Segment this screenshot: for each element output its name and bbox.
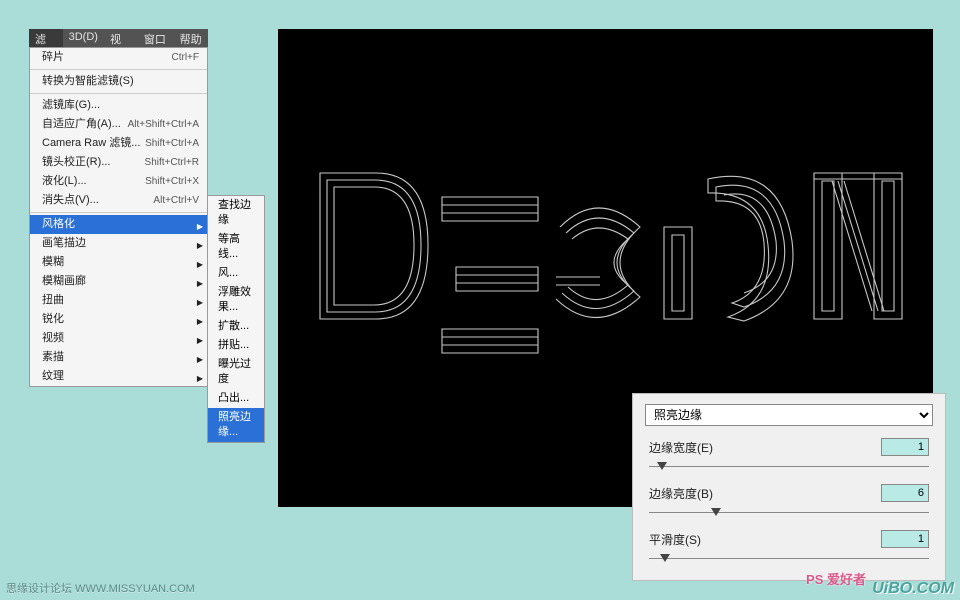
param-row: 平滑度(S) — [645, 528, 933, 550]
footer-credit-left: 思缘设计论坛 WWW.MISSYUAN.COM — [6, 580, 195, 596]
menu-item-label: 转换为智能滤镜(S) — [42, 74, 134, 89]
submenu-item[interactable]: 查找边缘 — [208, 196, 264, 230]
menu-item[interactable]: 模糊画廊 — [30, 272, 207, 291]
menu-item-label: 扭曲 — [42, 293, 64, 308]
menu-item[interactable]: 风格化 — [30, 215, 207, 234]
param-input[interactable] — [881, 530, 929, 548]
menu-item-label: 镜头校正(R)... — [42, 155, 110, 170]
menu-item[interactable]: 滤镜库(G)... — [30, 96, 207, 115]
submenu-item[interactable]: 照亮边缘... — [208, 408, 264, 442]
shortcut: Shift+Ctrl+R — [145, 155, 199, 170]
menu-item-label: 自适应广角(A)... — [42, 117, 121, 132]
filter-menu-dropdown: 碎片 Ctrl+F 转换为智能滤镜(S) 滤镜库(G)... 自适应广角(A)... Al… — [29, 47, 208, 387]
menu-item-label: 液化(L)... — [42, 174, 87, 189]
param-slider[interactable] — [649, 506, 929, 520]
menu-滤镜T[interactable]: 滤镜(T) — [29, 29, 63, 47]
param-input[interactable] — [881, 438, 929, 456]
menu-3DD[interactable]: 3D(D) — [63, 29, 104, 47]
param-slider[interactable] — [649, 552, 929, 566]
shortcut: Ctrl+F — [172, 50, 200, 65]
menu-item-label: 模糊 — [42, 255, 64, 270]
menu-item[interactable]: 自适应广角(A)... Alt+Shift+Ctrl+A — [30, 115, 207, 134]
separator — [30, 69, 207, 70]
menu-item-label: 模糊画廊 — [42, 274, 86, 289]
shortcut: Alt+Ctrl+V — [153, 193, 199, 208]
param-label: 平滑度(S) — [649, 531, 701, 548]
menu-item[interactable]: 扭曲 — [30, 291, 207, 310]
menu-视图V[interactable]: 视图(V) — [104, 29, 138, 47]
menu-item-label: 风格化 — [42, 217, 75, 232]
menu-item-label: 滤镜库(G)... — [42, 98, 100, 113]
separator — [30, 212, 207, 213]
glowing-edges-panel: 照亮边缘 边缘宽度(E) 边缘亮度(B) 平滑度(S) — [632, 393, 946, 581]
menu-item-label: 纹理 — [42, 369, 64, 384]
footer-ps-logo: PS 爱好者 — [806, 569, 866, 588]
param-label: 边缘宽度(E) — [649, 439, 713, 456]
submenu-item[interactable]: 等高线... — [208, 230, 264, 264]
menu-item[interactable]: 素描 — [30, 348, 207, 367]
filter-select[interactable]: 照亮边缘 — [645, 404, 933, 426]
menu-item[interactable]: 纹理 — [30, 367, 207, 386]
shortcut: Alt+Shift+Ctrl+A — [128, 117, 199, 132]
menu-帮助H[interactable]: 帮助(H) — [174, 29, 208, 47]
menu-item-label: 锐化 — [42, 312, 64, 327]
menu-item-label: 消失点(V)... — [42, 193, 99, 208]
menu-item-label: 画笔描边 — [42, 236, 86, 251]
menu-item[interactable]: 锐化 — [30, 310, 207, 329]
menu-item[interactable]: 视频 — [30, 329, 207, 348]
menu-item-label: 碎片 — [42, 50, 64, 65]
footer-credit-right: UiBO.COM — [872, 580, 954, 598]
menu-item[interactable]: Camera Raw 滤镜... Shift+Ctrl+A — [30, 134, 207, 153]
submenu-item[interactable]: 凸出... — [208, 389, 264, 408]
param-row: 边缘宽度(E) — [645, 436, 933, 458]
menu-item-label: 视频 — [42, 331, 64, 346]
submenu-item[interactable]: 曝光过度 — [208, 355, 264, 389]
param-input[interactable] — [881, 484, 929, 502]
param-slider[interactable] — [649, 460, 929, 474]
shortcut: Shift+Ctrl+A — [145, 136, 199, 151]
menu-item[interactable]: 模糊 — [30, 253, 207, 272]
submenu-item[interactable]: 浮雕效果... — [208, 283, 264, 317]
param-label: 边缘亮度(B) — [649, 485, 713, 502]
menu-item[interactable]: 液化(L)... Shift+Ctrl+X — [30, 172, 207, 191]
menu-item[interactable]: 碎片 Ctrl+F — [30, 48, 207, 67]
menu-item[interactable]: 消失点(V)... Alt+Ctrl+V — [30, 191, 207, 210]
stylize-submenu: 查找边缘等高线...风...浮雕效果...扩散...拼贴...曝光过度凸出...… — [207, 195, 265, 443]
separator — [30, 93, 207, 94]
menu-窗口W[interactable]: 窗口(W) — [138, 29, 174, 47]
menu-item[interactable]: 镜头校正(R)... Shift+Ctrl+R — [30, 153, 207, 172]
menu-item[interactable]: 转换为智能滤镜(S) — [30, 72, 207, 91]
shortcut: Shift+Ctrl+X — [145, 174, 199, 189]
param-row: 边缘亮度(B) — [645, 482, 933, 504]
submenu-item[interactable]: 风... — [208, 264, 264, 283]
menu-item[interactable]: 画笔描边 — [30, 234, 207, 253]
menu-item-label: 素描 — [42, 350, 64, 365]
submenu-item[interactable]: 拼贴... — [208, 336, 264, 355]
menubar: 滤镜(T)3D(D)视图(V)窗口(W)帮助(H) — [29, 29, 208, 47]
menu-item-label: Camera Raw 滤镜... — [42, 136, 140, 151]
submenu-item[interactable]: 扩散... — [208, 317, 264, 336]
